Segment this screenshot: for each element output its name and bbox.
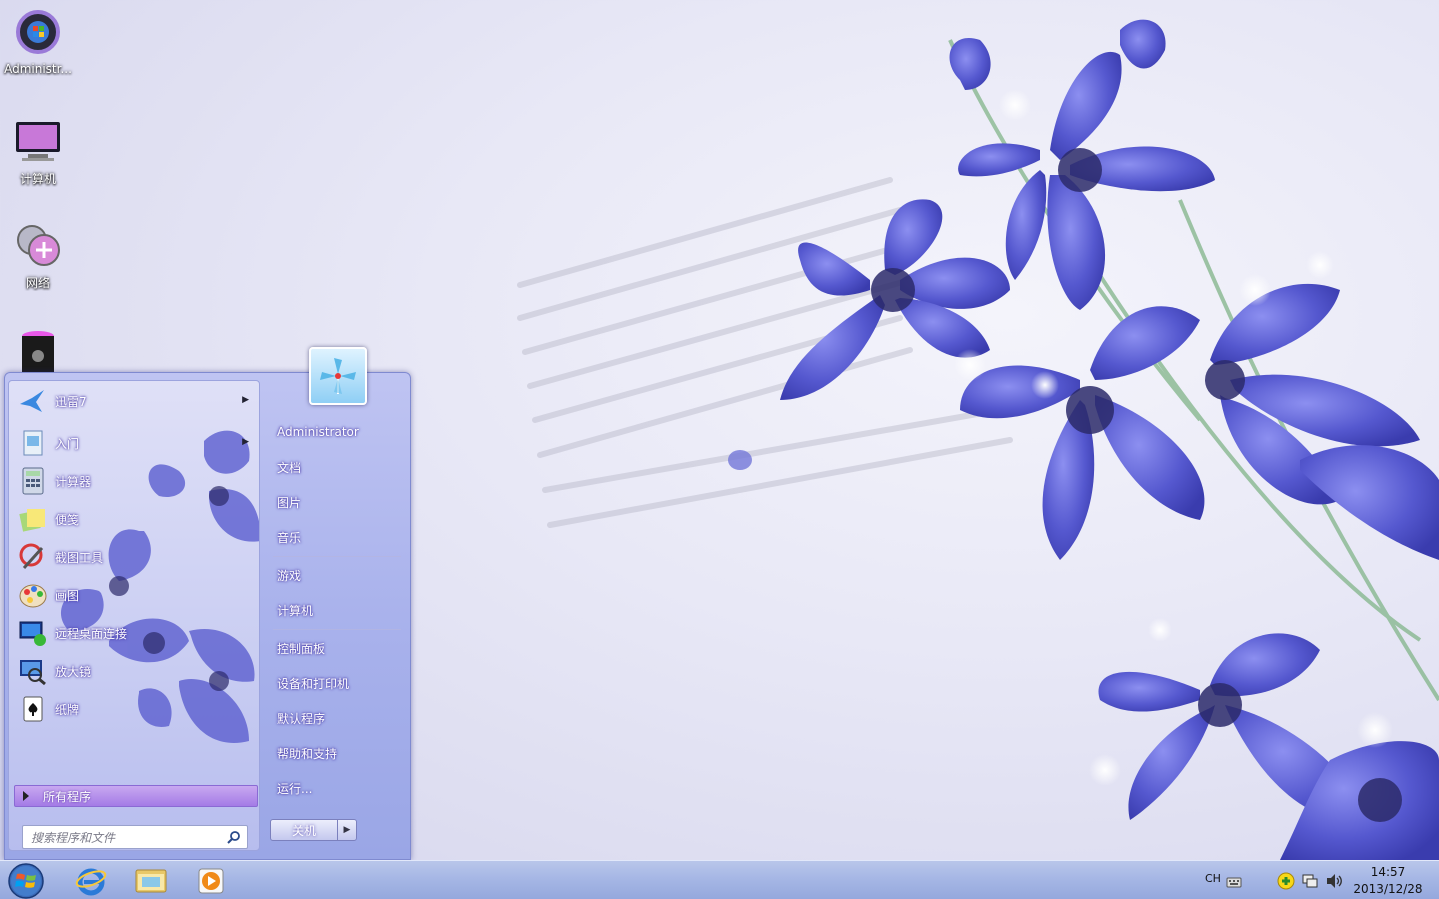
expand-arrow-icon (23, 791, 29, 801)
program-label: 入门 (55, 436, 80, 451)
places-item-run[interactable]: 运行... (273, 774, 401, 802)
search-placeholder: 搜索程序和文件 (31, 830, 116, 845)
start-button[interactable] (6, 862, 46, 899)
desktop-icon-label: Administr... (4, 62, 72, 76)
places-item-pictures[interactable]: 图片 (273, 488, 401, 516)
search-input[interactable]: 搜索程序和文件 (22, 825, 248, 849)
places-item-devices-printers[interactable]: 设备和打印机 (273, 669, 401, 697)
program-label: 远程桌面连接 (55, 626, 128, 641)
paint-icon (17, 579, 49, 611)
program-item[interactable]: 入门 ▶ (13, 425, 257, 461)
program-item[interactable]: 截图工具 (13, 539, 257, 575)
submenu-arrow-icon[interactable]: ▶ (242, 395, 249, 405)
desktop-icon-computer[interactable]: 计算机 (0, 118, 76, 187)
places-item-user[interactable]: Administrator (273, 418, 401, 446)
computer-icon (14, 118, 62, 166)
places-separator (273, 556, 401, 557)
submenu-arrow-icon[interactable]: ▶ (242, 437, 249, 447)
taskbar-ie-button[interactable] (66, 863, 116, 898)
getting-started-icon (17, 427, 49, 459)
clock-time: 14:57 (1370, 865, 1406, 879)
shutdown-button[interactable]: 关机 (270, 819, 338, 841)
solitaire-icon (17, 693, 49, 725)
places-item-help-support[interactable]: 帮助和支持 (273, 739, 401, 767)
network-icon (14, 222, 62, 270)
windows-orb-icon (8, 863, 44, 899)
taskbar: CH 14:57 2013/12/28 (0, 860, 1439, 899)
snipping-tool-icon (17, 541, 49, 573)
start-menu: 迅雷7 ▶ 入门 ▶ 计算器 便笺 截图工具 画图 远程桌面连接 放大镜 纸牌 … (4, 347, 411, 860)
remote-desktop-icon (17, 617, 49, 649)
program-label: 迅雷7 (55, 394, 87, 409)
program-item[interactable]: 纸牌 (13, 691, 257, 727)
desktop-icon-user-folder[interactable]: Administr... (0, 10, 76, 76)
places-item-computer[interactable]: 计算机 (273, 596, 401, 624)
search-icon[interactable] (227, 830, 241, 847)
user-avatar[interactable] (309, 347, 367, 405)
program-label: 画图 (55, 588, 80, 603)
program-item[interactable]: 计算器 (13, 463, 257, 499)
program-item[interactable]: 迅雷7 ▶ (13, 383, 257, 419)
volume-icon[interactable] (1325, 873, 1343, 893)
pinwheel-icon (320, 358, 356, 394)
program-label: 便笺 (55, 512, 80, 527)
program-item[interactable]: 便笺 (13, 501, 257, 537)
program-item[interactable]: 放大镜 (13, 653, 257, 689)
chevron-right-icon: ▶ (343, 825, 351, 835)
all-programs-label: 所有程序 (43, 789, 92, 804)
calculator-icon (17, 465, 49, 497)
taskbar-media-player-button[interactable] (186, 863, 236, 898)
all-programs-button[interactable]: 所有程序 (14, 785, 258, 807)
desktop-icon-label: 计算机 (19, 172, 56, 186)
desktop-icon-network[interactable]: 网络 (0, 222, 76, 291)
user-folder-icon (14, 10, 62, 58)
taskbar-explorer-button[interactable] (126, 863, 176, 898)
keyboard-icon[interactable] (1226, 873, 1242, 892)
desktop-icon-label: 网络 (25, 276, 50, 290)
program-label: 截图工具 (55, 550, 104, 565)
internet-explorer-icon (75, 868, 107, 895)
places-item-documents[interactable]: 文档 (273, 453, 401, 481)
places-item-games[interactable]: 游戏 (273, 561, 401, 589)
system-clock[interactable]: 14:57 2013/12/28 (1346, 864, 1430, 898)
shutdown-label: 关机 (291, 823, 316, 838)
program-label: 放大镜 (55, 664, 92, 679)
magnifier-icon (17, 655, 49, 687)
places-item-music[interactable]: 音乐 (273, 523, 401, 551)
sticky-notes-icon (17, 503, 49, 535)
network-tray-icon[interactable] (1302, 873, 1318, 893)
program-item[interactable]: 画图 (13, 577, 257, 613)
places-separator (273, 629, 401, 630)
shutdown-options-button[interactable]: ▶ (337, 819, 357, 841)
start-menu-places-pane: Administrator 文档 图片 音乐 游戏 计算机 控制面板 设备和打印… (267, 347, 409, 859)
clock-date: 2013/12/28 (1353, 882, 1423, 896)
places-item-control-panel[interactable]: 控制面板 (273, 634, 401, 662)
folder-icon (135, 869, 167, 892)
program-label: 计算器 (55, 474, 92, 489)
security-shield-icon[interactable] (1277, 872, 1295, 894)
program-label: 纸牌 (55, 702, 80, 717)
program-item[interactable]: 远程桌面连接 (13, 615, 257, 651)
input-language-indicator[interactable]: CH (1205, 872, 1221, 885)
start-menu-programs-pane: 迅雷7 ▶ 入门 ▶ 计算器 便笺 截图工具 画图 远程桌面连接 放大镜 纸牌 … (8, 380, 260, 851)
media-player-icon (198, 868, 224, 893)
places-item-default-programs[interactable]: 默认程序 (273, 704, 401, 732)
recycle-bin-icon (14, 328, 62, 376)
thunder-bird-icon (17, 385, 49, 417)
